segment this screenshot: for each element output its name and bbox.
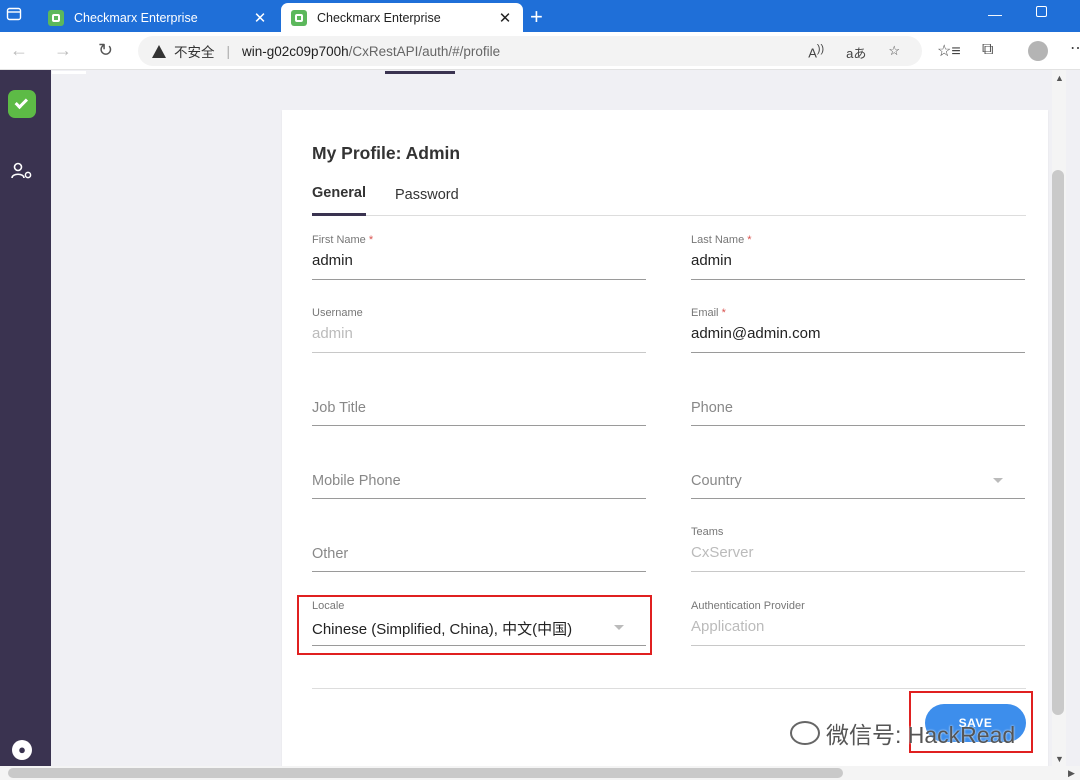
- username-value: admin: [312, 325, 353, 342]
- phone-field[interactable]: Phone: [691, 380, 1025, 426]
- checkmarx-logo-icon[interactable]: [8, 90, 36, 118]
- phone-placeholder: Phone: [691, 400, 733, 416]
- minimize-icon[interactable]: —: [988, 6, 1002, 22]
- field-label: First Name *: [312, 234, 374, 246]
- read-aloud-icon[interactable]: A)): [808, 43, 824, 62]
- first-name-field[interactable]: First Name * admin: [312, 234, 646, 280]
- close-icon[interactable]: ✕: [497, 9, 513, 27]
- field-label: Username: [312, 307, 363, 319]
- divider: |: [226, 43, 231, 59]
- username-field: Username admin: [312, 307, 646, 353]
- header-indicator: [52, 71, 86, 74]
- vertical-scroll-thumb[interactable]: [1052, 170, 1064, 715]
- watermark-text: 微信号: HackRead: [826, 722, 1016, 748]
- profile-tabs: General Password: [312, 178, 1026, 216]
- browser-tab[interactable]: Checkmarx Enterprise ✕: [38, 3, 278, 32]
- teams-field: Teams CxServer: [691, 526, 1025, 572]
- browser-tab-active[interactable]: Checkmarx Enterprise ✕: [281, 3, 523, 32]
- job-title-placeholder: Job Title: [312, 400, 366, 416]
- url-field[interactable]: 不安全 | win-g02c09p700h /CxRestAPI/auth/#/…: [138, 36, 922, 66]
- forward-icon[interactable]: →: [54, 40, 72, 61]
- chevron-down-icon: [993, 478, 1003, 483]
- tab-title: Checkmarx Enterprise: [317, 10, 441, 25]
- last-name-field[interactable]: Last Name * admin: [691, 234, 1025, 280]
- country-placeholder: Country: [691, 473, 742, 489]
- checkmarx-favicon-icon: [291, 9, 307, 26]
- last-name-value: admin: [691, 252, 732, 269]
- other-field[interactable]: Other: [312, 526, 646, 572]
- email-field[interactable]: Email * admin@admin.com: [691, 307, 1025, 353]
- collections-icon[interactable]: ⧉: [982, 41, 993, 59]
- url-host: win-g02c09p700h: [242, 43, 349, 59]
- checkmarx-favicon-icon: [48, 9, 64, 26]
- teams-value: CxServer: [691, 544, 754, 561]
- email-value: admin@admin.com: [691, 325, 821, 342]
- translate-icon[interactable]: aあ: [846, 43, 866, 62]
- auth-provider-value: Application: [691, 618, 765, 635]
- warning-icon: [152, 44, 166, 58]
- address-bar: ← → ↻ 不安全 | win-g02c09p700h /CxRestAPI/a…: [0, 32, 1080, 70]
- horizontal-scroll-thumb[interactable]: [8, 768, 843, 778]
- other-placeholder: Other: [312, 546, 349, 562]
- tab-actions-icon[interactable]: [6, 6, 26, 26]
- profile-card: My Profile: Admin General Password First…: [282, 110, 1048, 770]
- watermark: 微信号: HackRead: [790, 716, 1015, 750]
- job-title-field[interactable]: Job Title: [312, 380, 646, 426]
- maximize-icon[interactable]: [1036, 6, 1047, 17]
- first-name-value: admin: [312, 252, 353, 269]
- profile-avatar-icon[interactable]: [1028, 41, 1048, 61]
- more-icon[interactable]: ⋯: [1070, 38, 1080, 58]
- field-label: Authentication Provider: [691, 600, 805, 612]
- new-tab-icon[interactable]: +: [530, 4, 543, 30]
- page-title: My Profile: Admin: [312, 143, 461, 163]
- header-indicator: [385, 71, 455, 74]
- url-path: /CxRestAPI/auth/#/profile: [348, 43, 501, 59]
- mobile-phone-placeholder: Mobile Phone: [312, 473, 401, 489]
- scroll-right-icon[interactable]: ▶: [1068, 768, 1075, 779]
- wechat-icon: [790, 721, 820, 745]
- highlight-box: [297, 595, 652, 655]
- tab-password[interactable]: Password: [395, 187, 459, 215]
- field-label: Teams: [691, 526, 724, 538]
- user-settings-icon[interactable]: [11, 162, 33, 185]
- country-select[interactable]: Country: [691, 453, 1025, 499]
- tab-title: Checkmarx Enterprise: [74, 10, 198, 25]
- browser-tabstrip: Checkmarx Enterprise ✕ Checkmarx Enterpr…: [0, 0, 1080, 32]
- refresh-icon[interactable]: ↻: [98, 40, 113, 61]
- scroll-down-icon[interactable]: ▼: [1055, 754, 1064, 764]
- security-label[interactable]: 不安全: [174, 41, 215, 61]
- auth-provider-field: Authentication Provider Application: [691, 600, 1025, 646]
- divider: [312, 688, 1026, 689]
- app-sidebar: ●: [0, 70, 51, 766]
- scroll-up-icon[interactable]: ▲: [1055, 73, 1064, 83]
- add-favorite-icon[interactable]: ☆: [888, 43, 900, 62]
- tab-general[interactable]: General: [312, 185, 366, 216]
- field-label: Email *: [691, 307, 726, 319]
- field-label: Last Name *: [691, 234, 752, 246]
- user-avatar-icon[interactable]: ●: [12, 740, 32, 760]
- back-icon[interactable]: ←: [10, 40, 28, 61]
- favorites-icon[interactable]: ☆≡: [937, 41, 961, 61]
- mobile-phone-field[interactable]: Mobile Phone: [312, 453, 646, 499]
- close-icon[interactable]: ✕: [252, 9, 268, 27]
